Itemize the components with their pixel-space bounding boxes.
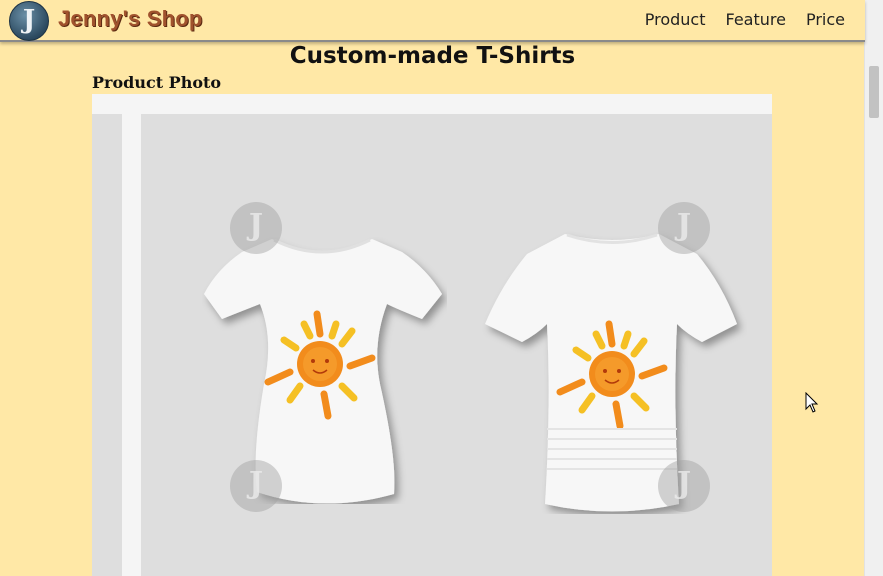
nav-link-feature[interactable]: Feature (726, 10, 786, 29)
section-heading: Product Photo (92, 73, 222, 92)
womens-tshirt-image (204, 238, 442, 504)
photo-stripe (122, 114, 141, 576)
watermark-logo-icon: J (230, 460, 282, 512)
nav-link-product[interactable]: Product (645, 10, 706, 29)
watermark-logo-icon: J (658, 202, 710, 254)
nav-link-price[interactable]: Price (806, 10, 845, 29)
photo-background: J J J J (92, 114, 772, 576)
top-navbar: J Jenny's Shop Product Feature Price (0, 0, 865, 42)
scrollbar-thumb[interactable] (869, 66, 879, 118)
product-photo: J J J J (92, 94, 772, 576)
page-title: Custom-made T-Shirts (289, 43, 576, 69)
nav-menu: Product Feature Price (645, 10, 845, 29)
watermark-logo-icon: J (658, 460, 710, 512)
shop-logo-icon[interactable]: J (9, 1, 49, 41)
mouse-cursor-icon (805, 392, 819, 413)
watermark-logo-icon: J (230, 202, 282, 254)
vertical-scrollbar[interactable] (864, 0, 883, 576)
brand-name[interactable]: Jenny's Shop (58, 6, 203, 32)
